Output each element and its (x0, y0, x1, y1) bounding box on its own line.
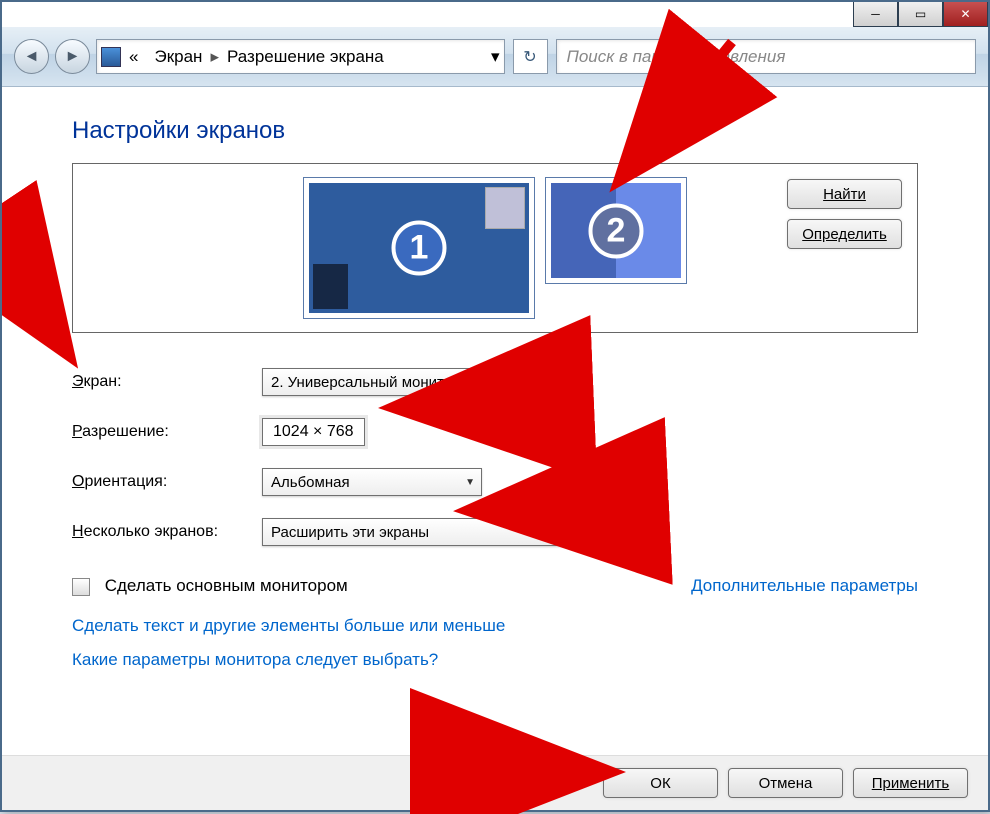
display-label: Экран: (72, 373, 262, 391)
primary-monitor-row: Сделать основным монитором (72, 576, 348, 596)
search-placeholder: Поиск в панели управления (567, 47, 786, 67)
chevron-down-icon: ▼ (560, 377, 570, 388)
monitor-icon (101, 47, 121, 67)
refresh-icon: ↻ (523, 47, 536, 67)
orientation-dropdown[interactable]: Альбомная ▼ (262, 468, 482, 496)
minimize-button[interactable]: ─ (853, 2, 898, 27)
multi-label: Несколько экранов: (72, 523, 262, 541)
primary-monitor-label: Сделать основным монитором (105, 576, 348, 595)
bc-chevron-icon: « (129, 47, 138, 67)
resolution-value: 1024 × 768 (273, 423, 354, 441)
chevron-down-icon: ▼ (605, 527, 615, 538)
chevron-right-icon: ▸ (210, 47, 219, 67)
breadcrumb-item-resolution[interactable]: Разрешение экрана (227, 47, 384, 67)
orientation-label: Ориентация: (72, 473, 262, 491)
display-value: 2. Универсальный монитор не PnP (271, 374, 514, 391)
which-monitor-link[interactable]: Какие параметры монитора следует выбрать… (72, 650, 918, 670)
primary-monitor-checkbox[interactable] (72, 578, 90, 596)
monitor-preview-box: 1 2 Найти Определить (72, 163, 918, 333)
display-dropdown[interactable]: 2. Универсальный монитор не PnP ▼ (262, 368, 577, 396)
dropdown-icon[interactable]: ▾ (491, 47, 500, 67)
content-area: Настройки экранов 1 2 Найти Определить Э… (2, 87, 988, 810)
arrow-right-icon: ► (65, 48, 81, 66)
advanced-link[interactable]: Дополнительные параметры (691, 576, 918, 596)
refresh-button[interactable]: ↻ (513, 39, 548, 74)
resolution-label: Разрешение: (72, 423, 262, 441)
breadcrumb-item-screen[interactable]: Экран (154, 47, 202, 67)
orientation-value: Альбомная (271, 474, 350, 491)
apply-button[interactable]: Применить (853, 768, 968, 798)
close-button[interactable]: ✕ (943, 2, 988, 27)
monitor-area[interactable]: 1 2 (304, 178, 686, 318)
chevron-down-icon: ▼ (465, 477, 475, 488)
window-thumb-icon (485, 187, 525, 229)
main-window: ─ ▭ ✕ ◄ ► « Экран ▸ Разрешение экрана ▾ … (0, 0, 990, 812)
text-size-link[interactable]: Сделать текст и другие элементы больше и… (72, 616, 918, 636)
navbar: ◄ ► « Экран ▸ Разрешение экрана ▾ ↻ Поис… (2, 27, 988, 87)
monitor-2[interactable]: 2 (546, 178, 686, 283)
identify-button[interactable]: Определить (787, 219, 902, 249)
back-button[interactable]: ◄ (14, 39, 49, 74)
breadcrumb[interactable]: « Экран ▸ Разрешение экрана ▾ (96, 39, 505, 74)
search-input[interactable]: Поиск в панели управления (556, 39, 977, 74)
resolution-button[interactable]: 1024 × 768 (262, 418, 365, 446)
forward-button[interactable]: ► (55, 39, 90, 74)
multi-dropdown[interactable]: Расширить эти экраны ▼ (262, 518, 622, 546)
cancel-button[interactable]: Отмена (728, 768, 843, 798)
arrow-left-icon: ◄ (24, 48, 40, 66)
find-button[interactable]: Найти (787, 179, 902, 209)
multi-value: Расширить эти экраны (271, 524, 429, 541)
window-thumb-icon (313, 264, 348, 309)
monitor-number-1: 1 (392, 221, 447, 276)
footer-buttons: ОК Отмена Применить (2, 755, 988, 810)
ok-button[interactable]: ОК (603, 768, 718, 798)
monitor-number-2: 2 (589, 203, 644, 258)
titlebar-buttons: ─ ▭ ✕ (853, 2, 988, 27)
maximize-button[interactable]: ▭ (898, 2, 943, 27)
monitor-1[interactable]: 1 (304, 178, 534, 318)
page-title: Настройки экранов (72, 117, 918, 145)
